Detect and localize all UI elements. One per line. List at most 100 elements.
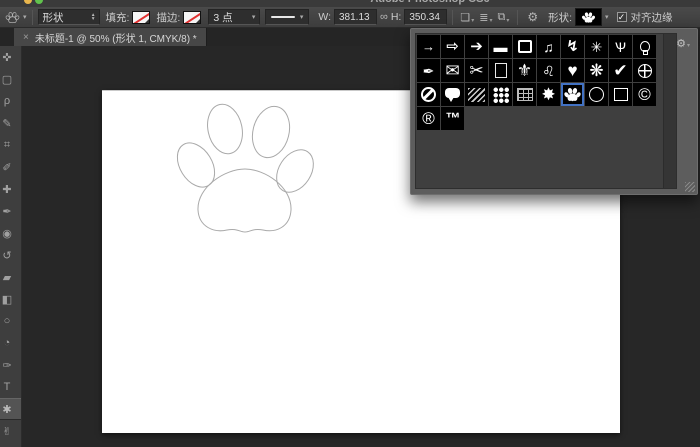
path-alignment-button[interactable]: ≣ ▾ (479, 11, 493, 24)
select-arrows-icon: ▴ ▾ (91, 12, 95, 22)
paw-print-icon (563, 85, 582, 104)
window-title: Adobe Photoshop CS6 (370, 0, 489, 5)
type-tool[interactable]: T (0, 376, 21, 398)
shape-musical-notes[interactable]: ♫ (537, 35, 560, 58)
shape-copyright[interactable]: © (633, 83, 656, 106)
options-bar: ▾ 形状 ▴▾ 填充: 描边: 3 点 ▾ ▾ W: 381.13 ∞ H: (0, 7, 700, 28)
zoom-tool[interactable]: ⌕ (0, 442, 21, 447)
fill-label: 填充: (105, 11, 130, 24)
shape-sun-burst[interactable]: ✳ (585, 35, 608, 58)
shape-preview-button[interactable] (575, 8, 603, 26)
blur-tool[interactable]: ○ (0, 310, 21, 332)
tool-mode-select[interactable]: 形状 ▴ ▾ (37, 9, 100, 25)
stroke-swatch[interactable] (183, 10, 202, 24)
close-icon[interactable]: × (23, 32, 29, 43)
paw-print-icon (581, 10, 596, 25)
shape-trademark[interactable]: ™ (441, 107, 464, 130)
shape-no-symbol[interactable] (417, 83, 440, 106)
shape-thin-frame-icon (494, 63, 507, 78)
shape-registered[interactable]: ® (417, 107, 440, 130)
lasso-tool[interactable]: ρ (0, 90, 21, 112)
dodge-tool[interactable]: ◔ (0, 332, 21, 354)
title-bar: Adobe Photoshop CS6 (0, 0, 700, 7)
path-operations-button-icon: ❏ (460, 11, 471, 24)
shape-crosshair-target[interactable] (633, 59, 656, 82)
eyedropper-tool[interactable]: ✐ (0, 156, 21, 178)
path-arrangement-button[interactable]: ⧉ ▾ (497, 11, 510, 24)
shape-ornament[interactable]: ♌ (537, 59, 560, 82)
shape-height-value: 350.34 (409, 11, 440, 23)
move-tool[interactable]: ✜ (0, 46, 21, 68)
shape-splat[interactable]: ❋ (585, 59, 608, 82)
gear-icon[interactable]: ⚙ (527, 10, 538, 24)
shape-width-value: 381.13 (339, 11, 370, 23)
shape-heart[interactable]: ♥ (561, 59, 584, 82)
shape-width-input[interactable]: 381.13 (334, 9, 377, 25)
custom-shape-tool-icon (5, 10, 20, 25)
shape-circle-outline[interactable] (585, 83, 608, 106)
clone-stamp-tool[interactable]: ◉ (0, 222, 21, 244)
panel-menu-button[interactable]: ⚙▾ (676, 37, 691, 50)
scrollbar[interactable] (663, 34, 676, 188)
shape-check-mark[interactable]: ✔ (609, 59, 632, 82)
link-dimensions-icon[interactable]: ∞ (380, 11, 388, 23)
chevron-down-icon: ▾ (23, 14, 27, 21)
path-operations-button[interactable]: ❏ ▾ (460, 11, 475, 24)
path-buttons-group: ❏ ▾ ≣ ▾ ⧉ ▾ (458, 11, 512, 24)
shape-dots-pattern[interactable] (489, 83, 512, 106)
hand-tool[interactable]: ✌ (0, 420, 21, 442)
shape-height-input[interactable]: 350.34 (404, 9, 448, 25)
stroke-type-select[interactable]: ▾ (265, 9, 310, 25)
shape-envelope[interactable]: ✉ (441, 59, 464, 82)
shape-square-outline[interactable] (609, 83, 632, 106)
shape-arrow-2[interactable]: ⇨ (441, 35, 464, 58)
shape-diagonal-texture-icon (468, 87, 485, 102)
healing-brush-tool[interactable]: ✚ (0, 178, 21, 200)
shape-grass[interactable]: Ѱ (609, 35, 632, 58)
brush-tool[interactable]: ✒ (0, 200, 21, 222)
path-alignment-button-icon: ≣ (479, 11, 489, 24)
shape-banner[interactable]: ▬ (489, 35, 512, 58)
shape-light-bulb[interactable] (633, 35, 656, 58)
shape-paw-print[interactable] (561, 83, 584, 106)
shape-arrow-3[interactable]: ➔ (465, 35, 488, 58)
height-label: H: (390, 11, 402, 23)
stroke-width-input[interactable]: 3 点 ▾ (208, 9, 261, 25)
chevron-down-icon: ▾ (299, 14, 304, 21)
gear-icon: ⚙ (676, 38, 686, 50)
shape-light-bulb-icon (639, 41, 650, 55)
fill-swatch[interactable] (132, 10, 151, 24)
shape-speech-bubble[interactable] (441, 83, 464, 106)
chevron-down-icon: ▾ (489, 17, 493, 24)
shape-lightning[interactable]: ↯ (561, 35, 584, 58)
align-edges-checkbox[interactable]: ✓ (616, 12, 627, 22)
shape-pushpin[interactable]: ✒ (417, 59, 440, 82)
shape-fleur-de-lis[interactable]: ⚜ (513, 59, 536, 82)
marquee-tool[interactable]: ▢ (0, 68, 21, 90)
shape-scissors[interactable]: ✂ (465, 59, 488, 82)
shape-arrow-1[interactable]: → (417, 35, 440, 58)
resize-grip[interactable] (685, 182, 695, 192)
maximize-button[interactable] (35, 0, 43, 4)
history-brush-tool[interactable]: ↺ (0, 244, 21, 266)
shape-grid-pattern[interactable] (513, 83, 536, 106)
shape-list-area: → ⇨ ➔ ▬ ♫ ↯ ✳ Ѱ ✒ ✉ ✂ ⚜ ♌ ♥ ❋ ✔ ✸ © ® ™ (415, 33, 677, 189)
shape-thin-frame[interactable] (489, 59, 512, 82)
custom-shape-tool[interactable]: ✱ (0, 398, 21, 420)
shape-diagonal-texture[interactable] (465, 83, 488, 106)
shape-star-burst[interactable]: ✸ (537, 83, 560, 106)
quick-selection-tool[interactable]: ✎ (0, 112, 21, 134)
stroke-label: 描边: (156, 11, 181, 24)
pen-tool[interactable]: ✑ (0, 354, 21, 376)
chevron-down-icon: ▾ (506, 17, 510, 24)
minimize-button[interactable] (24, 0, 32, 4)
shape-frame[interactable] (513, 35, 536, 58)
document-tab[interactable]: × 未标题-1 @ 50% (形状 1, CMYK/8) * (14, 28, 207, 46)
eraser-tool[interactable]: ▰ (0, 266, 21, 288)
crop-tool[interactable]: ⌗ (0, 134, 21, 156)
chevron-down-icon[interactable]: ▾ (605, 13, 609, 21)
chevron-down-icon: ▾ (471, 17, 475, 24)
gradient-tool[interactable]: ◧ (0, 288, 21, 310)
tool-preset-button[interactable]: ▾ (5, 10, 27, 25)
shape-grid: → ⇨ ➔ ▬ ♫ ↯ ✳ Ѱ ✒ ✉ ✂ ⚜ ♌ ♥ ❋ ✔ ✸ © ® ™ (417, 35, 656, 130)
